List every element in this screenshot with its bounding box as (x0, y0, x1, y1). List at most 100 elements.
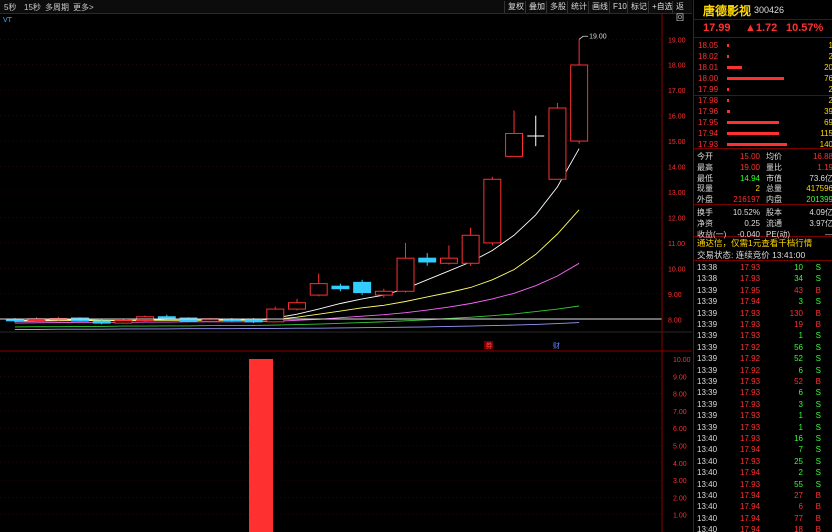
tick-row[interactable]: 13:40 17.94 27 B (694, 490, 832, 501)
stat-value: 15.00 (739, 152, 760, 161)
tick-row[interactable]: 13:40 17.93 25 S (694, 456, 832, 467)
candle-body (266, 308, 285, 323)
tick-row[interactable]: 13:40 17.93 16 S (694, 433, 832, 444)
order-book-row[interactable]: 17.99 2 (694, 84, 832, 95)
order-book-row[interactable]: 18.02 2 (694, 51, 832, 62)
stat-label: 现量 (697, 184, 713, 194)
tab-15sec[interactable]: 15秒 (24, 2, 41, 13)
back-button[interactable]: 返回 (672, 1, 692, 22)
tick-time: 13:39 (697, 331, 718, 341)
tick-side: B (815, 308, 821, 318)
overlay-button[interactable]: 叠加 (525, 1, 548, 13)
tick-row[interactable]: 13:39 17.93 19 B (694, 319, 832, 330)
candle (570, 39, 589, 144)
stat-label: 市值 (766, 173, 782, 183)
tick-row[interactable]: 13:39 17.94 3 S (694, 296, 832, 307)
tick-row[interactable]: 13:39 17.93 6 S (694, 387, 832, 398)
tick-side: B (815, 320, 821, 329)
candle-body (548, 107, 567, 180)
order-book-row[interactable]: 18.01 20 (694, 62, 832, 73)
tab-more[interactable]: 更多> (73, 2, 94, 13)
order-book-row[interactable]: 18.05 1 (694, 40, 832, 51)
candle (548, 102, 567, 180)
candle-body (461, 234, 480, 264)
order-book-row[interactable]: 17.94 115 (694, 128, 832, 139)
volume-grid (0, 358, 662, 515)
tick-row[interactable]: 13:38 17.93 34 S (694, 273, 832, 284)
tick-side: S (815, 445, 821, 455)
candle (179, 317, 198, 323)
tick-side: S (815, 342, 821, 352)
tick-row[interactable]: 13:39 17.93 130 B (694, 308, 832, 319)
order-book-price: 18.01 (698, 63, 719, 72)
candle-body (157, 316, 176, 319)
tick-volume: 43 (794, 285, 803, 295)
tick-row[interactable]: 13:39 17.95 43 B (694, 285, 832, 296)
tick-price: 17.93 (740, 388, 761, 398)
tick-row[interactable]: 13:39 17.93 1 S (694, 410, 832, 421)
stat-value: -0.040 (737, 229, 760, 239)
tick-side: B (815, 502, 821, 512)
tick-row[interactable]: 13:39 17.92 52 S (694, 353, 832, 364)
tick-volume: 52 (794, 354, 803, 364)
tick-row[interactable]: 13:39 17.92 56 S (694, 342, 832, 353)
stat-label: 流通 (766, 218, 782, 228)
tick-row[interactable]: 13:39 17.93 1 S (694, 422, 832, 433)
adjust-button[interactable]: 复权 (504, 1, 527, 13)
order-book-row[interactable]: 17.95 69 (694, 117, 832, 128)
tick-row[interactable]: 13:38 17.93 10 S (694, 262, 832, 273)
volume-axis-label: 7.00 (673, 409, 687, 416)
tick-row[interactable]: 13:40 17.93 55 S (694, 479, 832, 490)
tick-row[interactable]: 13:40 17.94 6 B (694, 501, 832, 512)
candle-body (244, 318, 263, 323)
order-book-bar (727, 77, 784, 80)
tick-time: 13:40 (697, 513, 718, 523)
candle-body (483, 178, 502, 244)
tick-row[interactable]: 13:40 17.94 2 S (694, 467, 832, 478)
tick-volume: 130 (789, 308, 803, 318)
tick-time: 13:40 (697, 525, 718, 532)
tick-time: 13:40 (697, 479, 718, 489)
candle (288, 298, 306, 311)
tick-volume: 1 (798, 422, 803, 432)
tick-row[interactable]: 13:40 17.94 7 S (694, 444, 832, 455)
candle (396, 242, 415, 293)
price-axis-label: 11.00 (668, 241, 685, 248)
event-tag-margin[interactable]: 券 (486, 341, 493, 350)
tick-time: 13:39 (697, 342, 718, 352)
statistics-button[interactable]: 统计 (567, 1, 590, 13)
tick-row[interactable]: 13:39 17.92 6 S (694, 365, 832, 376)
tick-row[interactable]: 13:40 17.94 18 B (694, 524, 832, 532)
candle-body (505, 132, 524, 157)
tick-time: 13:39 (697, 388, 718, 398)
stat-label: PE(动) (766, 229, 790, 239)
mark-button[interactable]: 标记 (627, 1, 650, 13)
kline-chart[interactable]: VT 19.00 18.00 17.00 16.00 15.00 14.00 13.00 12… (0, 14, 692, 532)
tab-5sec[interactable]: 5秒 (4, 2, 16, 13)
multi-stock-button[interactable]: 多股 (546, 1, 569, 13)
tick-row[interactable]: 13:39 17.93 3 S (694, 399, 832, 410)
order-book-bar (727, 66, 742, 69)
candle-body (396, 257, 415, 292)
tick-price: 17.94 (740, 297, 761, 307)
order-book-row[interactable]: 17.96 39 (694, 106, 832, 117)
candle (461, 227, 480, 266)
tick-time: 13:39 (697, 285, 718, 295)
tick-row[interactable]: 13:39 17.93 52 B (694, 376, 832, 387)
stock-header: 唐德影视 300426 (694, 0, 832, 20)
order-book-volume: 2 (829, 51, 832, 62)
high-marker: 19.00 (578, 33, 607, 40)
quote-line: 17.99 ▲1.72 10.57% (694, 20, 832, 38)
tab-multi-period[interactable]: 多周期 (45, 2, 69, 13)
tick-row[interactable]: 13:39 17.93 1 S (694, 330, 832, 341)
event-tag-finance[interactable]: 财 (553, 341, 560, 350)
stat-value: 10.52% (732, 208, 760, 217)
order-book-row[interactable]: 18.00 76 (694, 73, 832, 84)
candle (505, 110, 524, 157)
tick-row[interactable]: 13:40 17.94 77 B (694, 513, 832, 524)
order-book-row[interactable]: 17.98 2 (694, 95, 832, 106)
draw-line-button[interactable]: 画线 (588, 1, 611, 13)
stat-row: 收益(一) -0.040 PE(动) — (694, 229, 832, 240)
tick-price: 17.93 (740, 320, 761, 329)
order-book-bar (727, 132, 779, 135)
